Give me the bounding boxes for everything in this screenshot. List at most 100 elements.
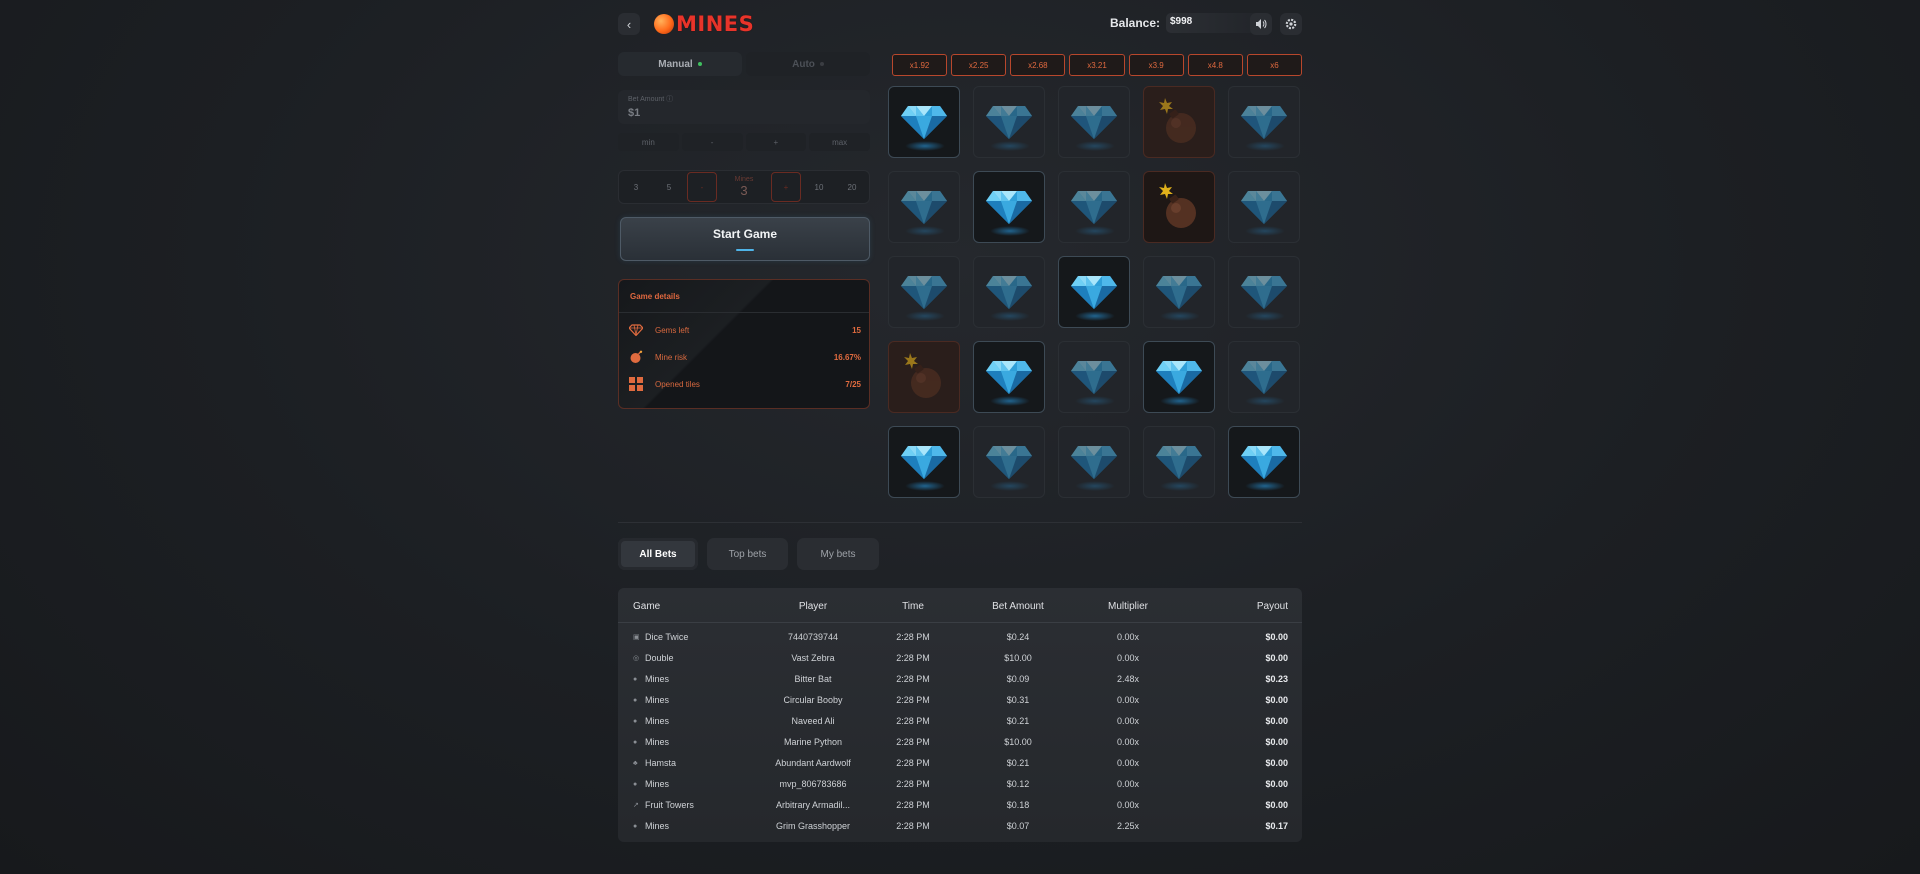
tile-gem[interactable] xyxy=(1228,341,1300,413)
mines-increase-button[interactable]: + xyxy=(771,172,801,202)
tab-my-bets[interactable]: My bets xyxy=(797,538,879,570)
diamond-icon xyxy=(1071,361,1117,394)
settings-button[interactable] xyxy=(1280,13,1302,35)
cell-multiplier: 2.25x xyxy=(1116,821,1140,831)
tile-gem[interactable] xyxy=(1143,256,1215,328)
tile-gem[interactable] xyxy=(1228,256,1300,328)
cell-multiplier: 0.00x xyxy=(1116,716,1140,726)
bet-amount-value[interactable]: $1 xyxy=(628,107,860,119)
cell-payout: $0.00 xyxy=(1265,653,1288,663)
tile-gem[interactable] xyxy=(1228,426,1300,498)
cell-payout: $0.00 xyxy=(1265,695,1288,705)
mines-option-20[interactable]: 20 xyxy=(837,173,867,201)
bomb-icon xyxy=(1159,183,1196,228)
cell-player: Marine Python xyxy=(783,737,843,747)
sound-button[interactable] xyxy=(1250,13,1272,35)
tab-manual[interactable]: Manual xyxy=(618,52,742,76)
tile-gem[interactable] xyxy=(888,256,960,328)
tile-gem[interactable] xyxy=(973,171,1045,243)
tab-auto[interactable]: Auto xyxy=(746,52,870,76)
tile-mine[interactable] xyxy=(1143,86,1215,158)
cell-time: 2:28 PM xyxy=(896,800,930,810)
bet-max-button[interactable]: max xyxy=(809,133,870,151)
balance-value: $998 xyxy=(1166,13,1258,33)
game-name: Fruit Towers xyxy=(645,800,694,810)
tile-gem[interactable] xyxy=(888,426,960,498)
bet-amount-field[interactable]: Bet Amount ⓘ $1 xyxy=(618,90,870,124)
tile-gem[interactable] xyxy=(1143,341,1215,413)
cell-bet-amount: $0.21 xyxy=(1006,758,1030,768)
cell-bet-amount: $10.00 xyxy=(1004,653,1032,663)
cell-time: 2:28 PM xyxy=(896,737,930,747)
tile-gem[interactable] xyxy=(1058,341,1130,413)
cell-bet-amount: $0.09 xyxy=(1006,674,1030,684)
diamond-icon xyxy=(986,191,1032,224)
start-game-button[interactable]: Start Game xyxy=(620,217,870,261)
gem-glow xyxy=(1075,481,1115,491)
logo-text: MINES xyxy=(676,12,755,36)
bet-decrease-button[interactable]: - xyxy=(681,133,743,151)
gem-glow xyxy=(1160,481,1200,491)
tile-gem[interactable] xyxy=(1058,426,1130,498)
tile-gem[interactable] xyxy=(1058,171,1130,243)
mines-option-3[interactable]: 3 xyxy=(621,173,651,201)
gem-glow xyxy=(990,481,1030,491)
detail-row-mine-risk: Mine risk 16.67% xyxy=(629,349,861,365)
mines-count: Mines 3 xyxy=(720,176,768,198)
multiplier-badge: x4.8 xyxy=(1187,54,1243,76)
back-button[interactable]: ‹ xyxy=(618,13,640,35)
gem-glow xyxy=(905,141,945,151)
mines-decrease-button[interactable]: - xyxy=(687,172,717,202)
cell-time: 2:28 PM xyxy=(896,674,930,684)
diamond-icon xyxy=(1241,276,1287,309)
detail-value: 7/25 xyxy=(845,379,861,389)
tile-gem[interactable] xyxy=(1058,86,1130,158)
diamond-icon xyxy=(1241,361,1287,394)
column-header-payout: Payout xyxy=(1256,601,1288,612)
diamond-icon xyxy=(1241,446,1287,479)
cell-game: ● Mines xyxy=(633,737,669,747)
tile-gem[interactable] xyxy=(1228,171,1300,243)
gem-glow xyxy=(1160,311,1200,321)
gear-icon xyxy=(1285,18,1297,30)
tile-mine[interactable] xyxy=(888,341,960,413)
column-header-bet-amount: Bet Amount xyxy=(992,601,1044,612)
bet-label-text: Bet Amount xyxy=(628,96,665,103)
gem-glow xyxy=(990,311,1030,321)
cell-game: ● Mines xyxy=(633,716,669,726)
tab-label: Auto xyxy=(792,58,815,70)
cell-payout: $0.00 xyxy=(1265,737,1288,747)
game-name: Mines xyxy=(645,737,670,747)
table-row: ● Mines Circular Booby 2:28 PM $0.31 0.00x $0.… xyxy=(618,693,1302,709)
tile-gem[interactable] xyxy=(1228,86,1300,158)
cell-time: 2:28 PM xyxy=(896,632,930,642)
tile-gem[interactable] xyxy=(973,426,1045,498)
tile-gem[interactable] xyxy=(1143,426,1215,498)
multiplier-badge: x6 xyxy=(1246,54,1302,76)
tile-gem[interactable] xyxy=(973,256,1045,328)
cell-bet-amount: $0.24 xyxy=(1006,632,1030,642)
tile-gem[interactable] xyxy=(973,86,1045,158)
tile-gem[interactable] xyxy=(1058,256,1130,328)
tab-all-bets[interactable]: All Bets xyxy=(618,538,698,570)
diamond-icon xyxy=(1071,191,1117,224)
tile-gem[interactable] xyxy=(973,341,1045,413)
mines-option-10[interactable]: 10 xyxy=(804,173,834,201)
tile-mine[interactable] xyxy=(1143,171,1215,243)
cell-game: ◎ Double xyxy=(633,653,674,663)
speaker-icon xyxy=(1256,19,1267,29)
tile-gem[interactable] xyxy=(888,86,960,158)
tile-gem[interactable] xyxy=(888,171,960,243)
logo: MINES xyxy=(654,10,754,38)
game-name: Double xyxy=(645,653,674,663)
cell-payout: $0.17 xyxy=(1265,821,1288,831)
hamsta-icon: ♣ xyxy=(633,759,638,767)
gem-outline-icon xyxy=(629,323,643,337)
detail-label: Opened tiles xyxy=(655,379,700,389)
detail-row-opened-tiles: Opened tiles 7/25 xyxy=(629,376,861,392)
bet-increase-button[interactable]: + xyxy=(745,133,807,151)
tab-top-bets[interactable]: Top bets xyxy=(707,538,788,570)
bet-min-button[interactable]: min xyxy=(618,133,679,151)
diamond-icon xyxy=(1156,361,1202,394)
mines-option-5[interactable]: 5 xyxy=(654,173,684,201)
